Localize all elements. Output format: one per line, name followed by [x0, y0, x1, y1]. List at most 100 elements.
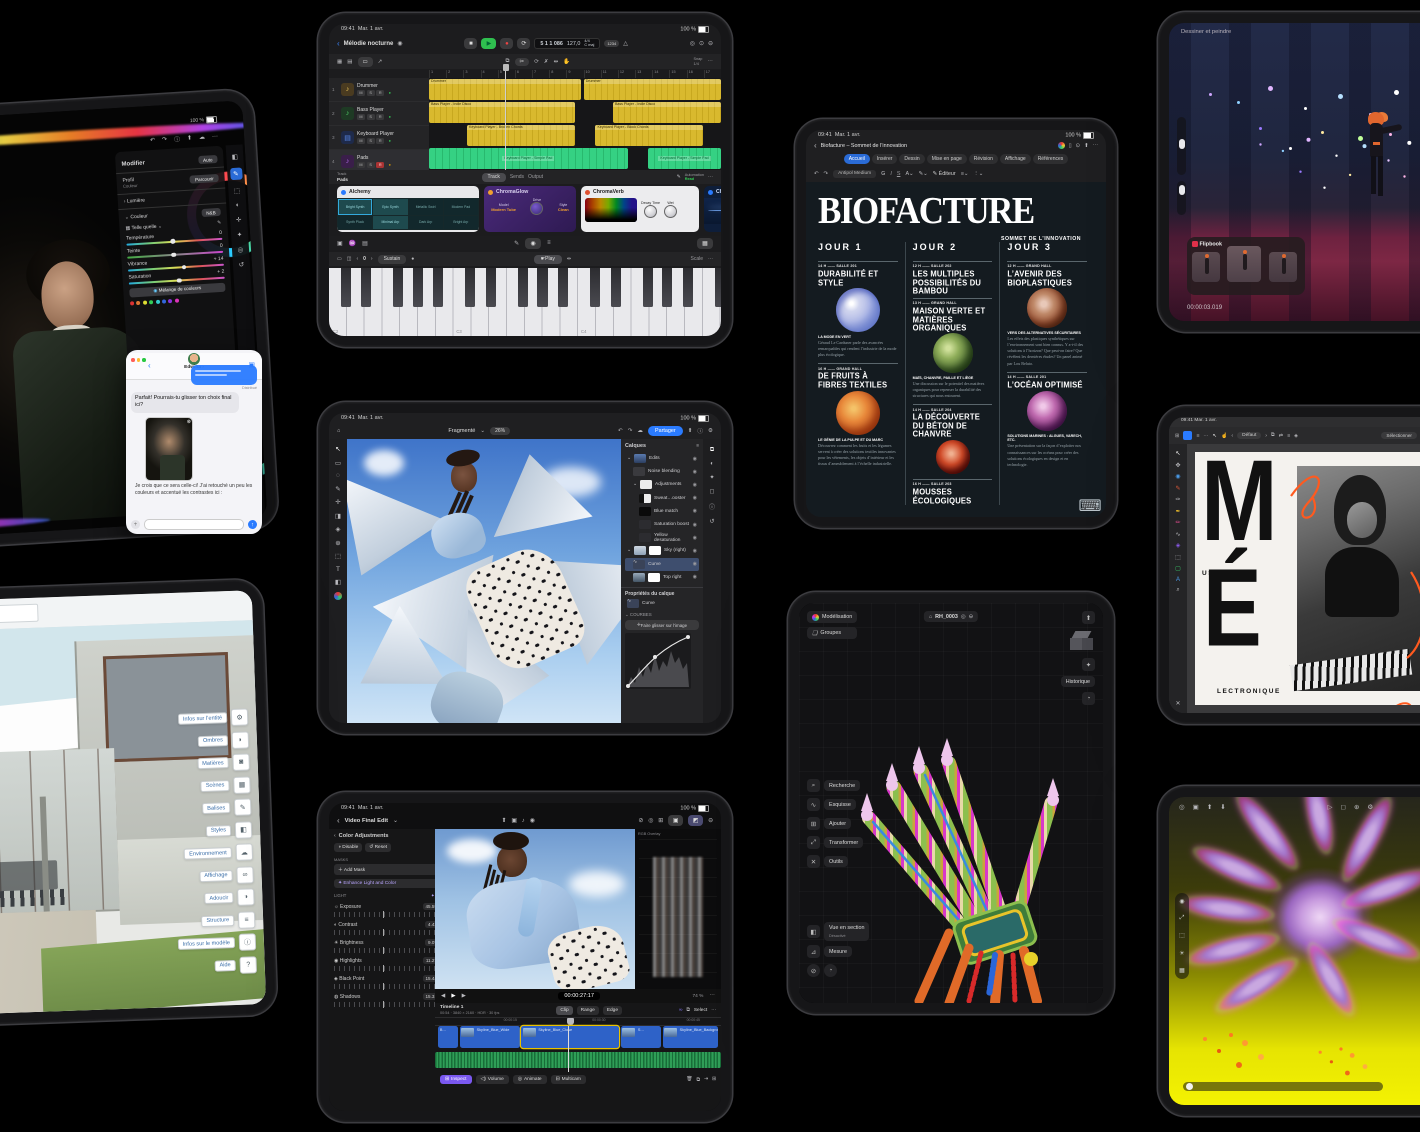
chevron-left-icon[interactable]: ‹ [1231, 433, 1233, 439]
pencil-tool-icon[interactable]: ↗ [378, 59, 383, 65]
eyedropper-icon[interactable]: ✎ [217, 220, 222, 226]
move-tool-icon[interactable]: ↖ [335, 445, 340, 453]
mode-range[interactable]: Range [577, 1006, 599, 1015]
cycle-button[interactable]: ⟳ [517, 38, 530, 49]
share-icon[interactable]: ⬆ [187, 133, 193, 142]
curves-section[interactable]: ⌄ COURBES [625, 612, 699, 618]
tracks-view-icon[interactable]: ▦ [337, 59, 342, 65]
project-title[interactable]: Mélodie nocturne [344, 41, 394, 47]
layer-row[interactable]: Yellow desaturation◉ [625, 531, 699, 544]
visibility-icon[interactable]: ◉ [693, 508, 697, 514]
viewport[interactable]: Infos sur l’entité⚙ Ombres◗ Matières◙ Sc… [0, 620, 266, 1018]
visibility-icon[interactable]: ◉ [693, 574, 697, 580]
align-icon[interactable]: ≡⌄ [961, 171, 969, 177]
stop-button[interactable]: ■ [464, 38, 477, 49]
delete-icon[interactable]: ✗ [544, 59, 549, 65]
select-button[interactable]: Select [694, 1008, 707, 1013]
slider-blackpoint[interactable]: ◈ Black Point15.44 [334, 975, 440, 989]
flipbook-frame-current[interactable] [1227, 246, 1261, 282]
sustain-button[interactable]: Sustain [378, 255, 407, 264]
plugin-chromaglow[interactable]: ChromaGlow ModelModern Tube Drive StyleC… [484, 186, 576, 232]
inspector-toggle[interactable]: ◩ [688, 815, 703, 826]
playhead-handle[interactable] [567, 1018, 574, 1025]
piano-keyboard[interactable]: C2 C3 C4 [329, 268, 721, 336]
home-icon[interactable]: ⌂ [337, 428, 340, 434]
slider-shadows[interactable]: ◍ Shadows15.31 [334, 993, 440, 1007]
share-icon[interactable]: ⬆ [1084, 143, 1089, 149]
overwrite-icon[interactable]: ⊞ [712, 1077, 716, 1082]
render-viewport[interactable]: ◎ ▣ ⬆ ⬇ ▷ ◻ ⊕ ⚙ ◉ ⤢ ⬚ ☀ ▦ [1169, 797, 1420, 1105]
duplicate-icon[interactable]: ⧉ [697, 1077, 700, 1083]
zoom-level[interactable]: 74 % [692, 994, 703, 999]
menu-icon[interactable]: ≡ [1196, 433, 1199, 439]
tab-revision[interactable]: Révision [969, 154, 998, 164]
back-icon[interactable]: ‹ [337, 39, 340, 48]
track-row-bass[interactable]: 2 ♪ Bass Player MSR ● [329, 102, 429, 126]
keys-icon[interactable]: ▭ [337, 256, 342, 262]
visibility-icon[interactable]: ◉ [693, 548, 697, 554]
message-input[interactable] [144, 519, 244, 530]
auto-button[interactable]: Auto [198, 155, 218, 164]
metronome-icon[interactable]: △ [623, 40, 628, 47]
marquee-tool-icon[interactable]: ▭ [335, 459, 341, 467]
italic-button[interactable]: I [890, 171, 892, 177]
multicam-button[interactable]: ⊟ Multicam [551, 1075, 586, 1084]
back-icon[interactable]: ‹ [337, 816, 340, 825]
split-icon[interactable]: ⇹ [554, 59, 559, 65]
more-icon[interactable]: ⋯ [708, 256, 713, 262]
layer-row[interactable]: Sweat…ooster◉ [625, 492, 699, 505]
tags-button[interactable]: Balises✎ [202, 798, 252, 817]
drag-on-image-button[interactable]: ✛ Faire glisser sur l’image [625, 620, 699, 630]
tab-accueil[interactable]: Accueil [844, 154, 870, 164]
layer-row-selected[interactable]: ∿Curve◉ [625, 558, 699, 571]
redo-icon[interactable]: ↷ [162, 135, 168, 144]
zoom-tool-icon[interactable]: ⌕ [1176, 587, 1179, 594]
loop-icon[interactable]: ∞ [679, 1008, 682, 1013]
font-color-icon[interactable]: A⌄ [905, 171, 913, 177]
measure-input[interactable] [0, 604, 38, 625]
lock-icon[interactable]: ▣ [1193, 803, 1199, 811]
tab-dessin[interactable]: Dessin [899, 154, 924, 164]
play-button[interactable]: ▶ [481, 38, 496, 49]
mobile-view-icon[interactable]: ▯ [1069, 143, 1072, 149]
materials-button[interactable]: Matières◙ [197, 753, 250, 772]
comments-rail-icon[interactable]: ◻ [710, 488, 715, 495]
document-icon[interactable] [1183, 431, 1192, 440]
highlight-icon[interactable]: ✎⌄ [919, 171, 928, 177]
masking-icon[interactable]: ◐ [236, 202, 240, 209]
boolean-icon[interactable]: ◈ [1294, 433, 1298, 439]
more-icon[interactable]: ⋯ [1203, 433, 1208, 439]
timeline-ruler[interactable]: 123 456 789 101112 131415 1617 [429, 70, 721, 78]
waveform-icon[interactable]: ♒ [349, 240, 356, 247]
measure-button[interactable]: ⊿Mesure [807, 945, 869, 958]
keyboard-dismiss-button[interactable]: ⌨ [1082, 500, 1098, 511]
timeline-clip-selected[interactable]: Skyline_Blue_Close [521, 1026, 618, 1048]
styles-button[interactable]: Styles◧ [205, 821, 252, 840]
glissando-icon[interactable]: ⇹ [567, 256, 571, 262]
reset-button[interactable]: ↺ Reset [365, 843, 391, 852]
outliner-button[interactable]: Structure≡ [201, 911, 255, 930]
layer-row[interactable]: ⌄Sky (right)◉ [625, 544, 699, 557]
material-tool-icon[interactable]: ▦ [1179, 967, 1185, 974]
region-tool[interactable]: ▭ [358, 57, 373, 67]
frame-tool-icon[interactable]: ⬚ [1179, 932, 1185, 939]
flipbook-frame[interactable] [1192, 252, 1220, 282]
tab-references[interactable]: Références [1033, 154, 1069, 164]
camera-icon[interactable]: ▣ [511, 818, 516, 824]
slider-contrast[interactable]: ◐ Contrast4.41 [334, 921, 440, 935]
timeline-clip[interactable]: Skyline_Blue_Wide [460, 1026, 520, 1048]
move-tool-icon[interactable]: ↖ [1213, 433, 1217, 439]
mixer-icon[interactable]: ▤ [347, 59, 352, 65]
region[interactable]: Bass Player - Indie Disco [613, 102, 721, 123]
document-name[interactable]: Fragmenté [448, 428, 475, 434]
mode-edge[interactable]: Edge [603, 1006, 622, 1015]
cloud-icon[interactable]: ☁ [199, 133, 206, 142]
settings-icon[interactable]: ⚙ [708, 428, 713, 434]
region[interactable]: Keyboard Player - Simple Pad [429, 148, 628, 169]
history-rail-icon[interactable]: ↺ [709, 518, 714, 525]
trash-icon[interactable]: 🗑 [686, 1077, 692, 1082]
plugin-alchemy[interactable]: Alchemy Bright Synth Epic Synth Metallic… [337, 186, 479, 232]
flip-icon[interactable]: ⇄ [1279, 433, 1283, 439]
shadows-button[interactable]: Ombres◗ [198, 731, 249, 750]
duplicate-icon[interactable]: ⧉ [1271, 432, 1275, 439]
